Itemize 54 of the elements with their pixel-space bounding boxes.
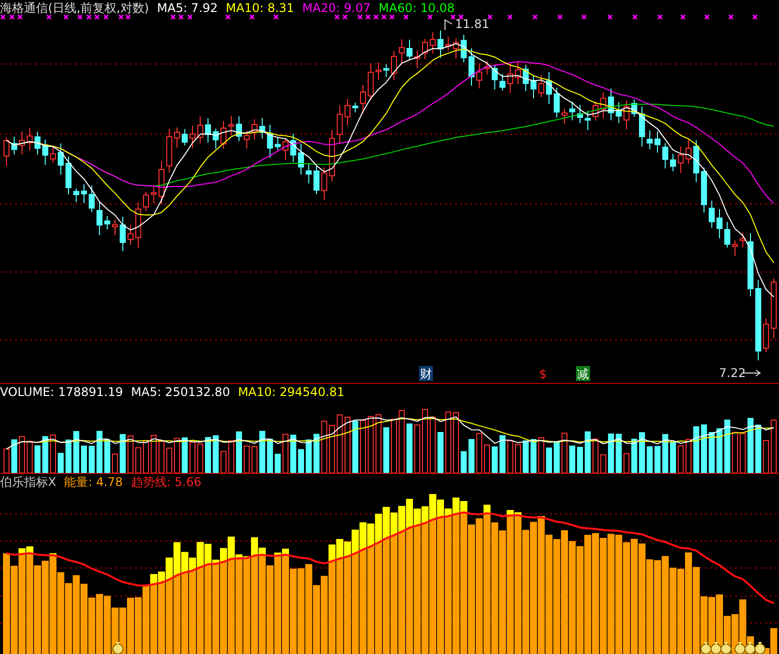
cross-marker-icon (532, 14, 538, 20)
cross-marker-icon (86, 14, 92, 20)
cross-marker-icon (273, 14, 279, 20)
cross-marker-icon (77, 14, 83, 20)
cross-marker-icon (632, 14, 638, 20)
cross-marker-icon (389, 14, 395, 20)
low-price-label: 7.22 (719, 366, 746, 380)
event-marker[interactable]: 财 (420, 367, 432, 381)
cross-marker-icon (728, 14, 734, 20)
volume-label: VOLUME: 178891.19 (0, 384, 123, 398)
cross-marker-icon (427, 14, 433, 20)
cross-marker-icon (403, 14, 409, 20)
chart-title: 海格通信(日线,前复权,对数) (0, 1, 149, 15)
cross-marker-icon (342, 14, 348, 20)
volume-label: MA5: 250132.80 (131, 384, 230, 398)
cross-marker-icon (458, 14, 464, 20)
moving-average-label: MA10: 8.31 (226, 1, 294, 15)
cross-marker-icon (381, 14, 387, 20)
cross-marker-icon (581, 14, 587, 20)
cross-marker-icon (365, 14, 371, 20)
event-marker[interactable]: $ (539, 367, 547, 381)
cross-marker-icon (607, 14, 613, 20)
moving-average-label: MA60: 10.08 (378, 1, 455, 15)
cross-marker-icon (94, 14, 100, 20)
cross-marker-icon (450, 14, 456, 20)
cross-marker-icon (357, 14, 363, 20)
cross-marker-icon (170, 14, 176, 20)
cross-marker-icon (103, 14, 109, 20)
cross-marker-icon (178, 14, 184, 20)
cross-marker-icon (373, 14, 379, 20)
moving-average-label: MA5: 7.92 (157, 1, 218, 15)
cross-marker-icon (704, 14, 710, 20)
cross-marker-icon (680, 14, 686, 20)
high-price-label: 11.81 (455, 17, 490, 31)
cross-marker-icon (249, 14, 255, 20)
cross-marker-icon (334, 14, 340, 20)
cross-marker-icon (17, 14, 23, 20)
cross-marker-icon (225, 14, 231, 20)
indicator-label: 趋势线: 5.66 (130, 475, 202, 489)
cross-marker-icon (63, 14, 69, 20)
cross-marker-icon (657, 14, 663, 20)
volume-label: MA10: 294540.81 (238, 384, 345, 398)
cross-marker-icon (9, 14, 15, 20)
cross-marker-icon (487, 14, 493, 20)
moving-average-label: MA20: 9.07 (302, 1, 371, 15)
event-marker[interactable]: 减 (577, 367, 589, 381)
cross-marker-icon (0, 14, 6, 20)
indicator-label: 能量: 4.78 (64, 475, 123, 489)
cross-marker-icon (187, 14, 193, 20)
cross-marker-icon (752, 14, 758, 20)
cross-marker-icon (557, 14, 563, 20)
indicator-label: 伯乐指标X (0, 475, 56, 489)
cross-marker-icon (507, 14, 513, 20)
cross-marker-icon (46, 14, 52, 20)
